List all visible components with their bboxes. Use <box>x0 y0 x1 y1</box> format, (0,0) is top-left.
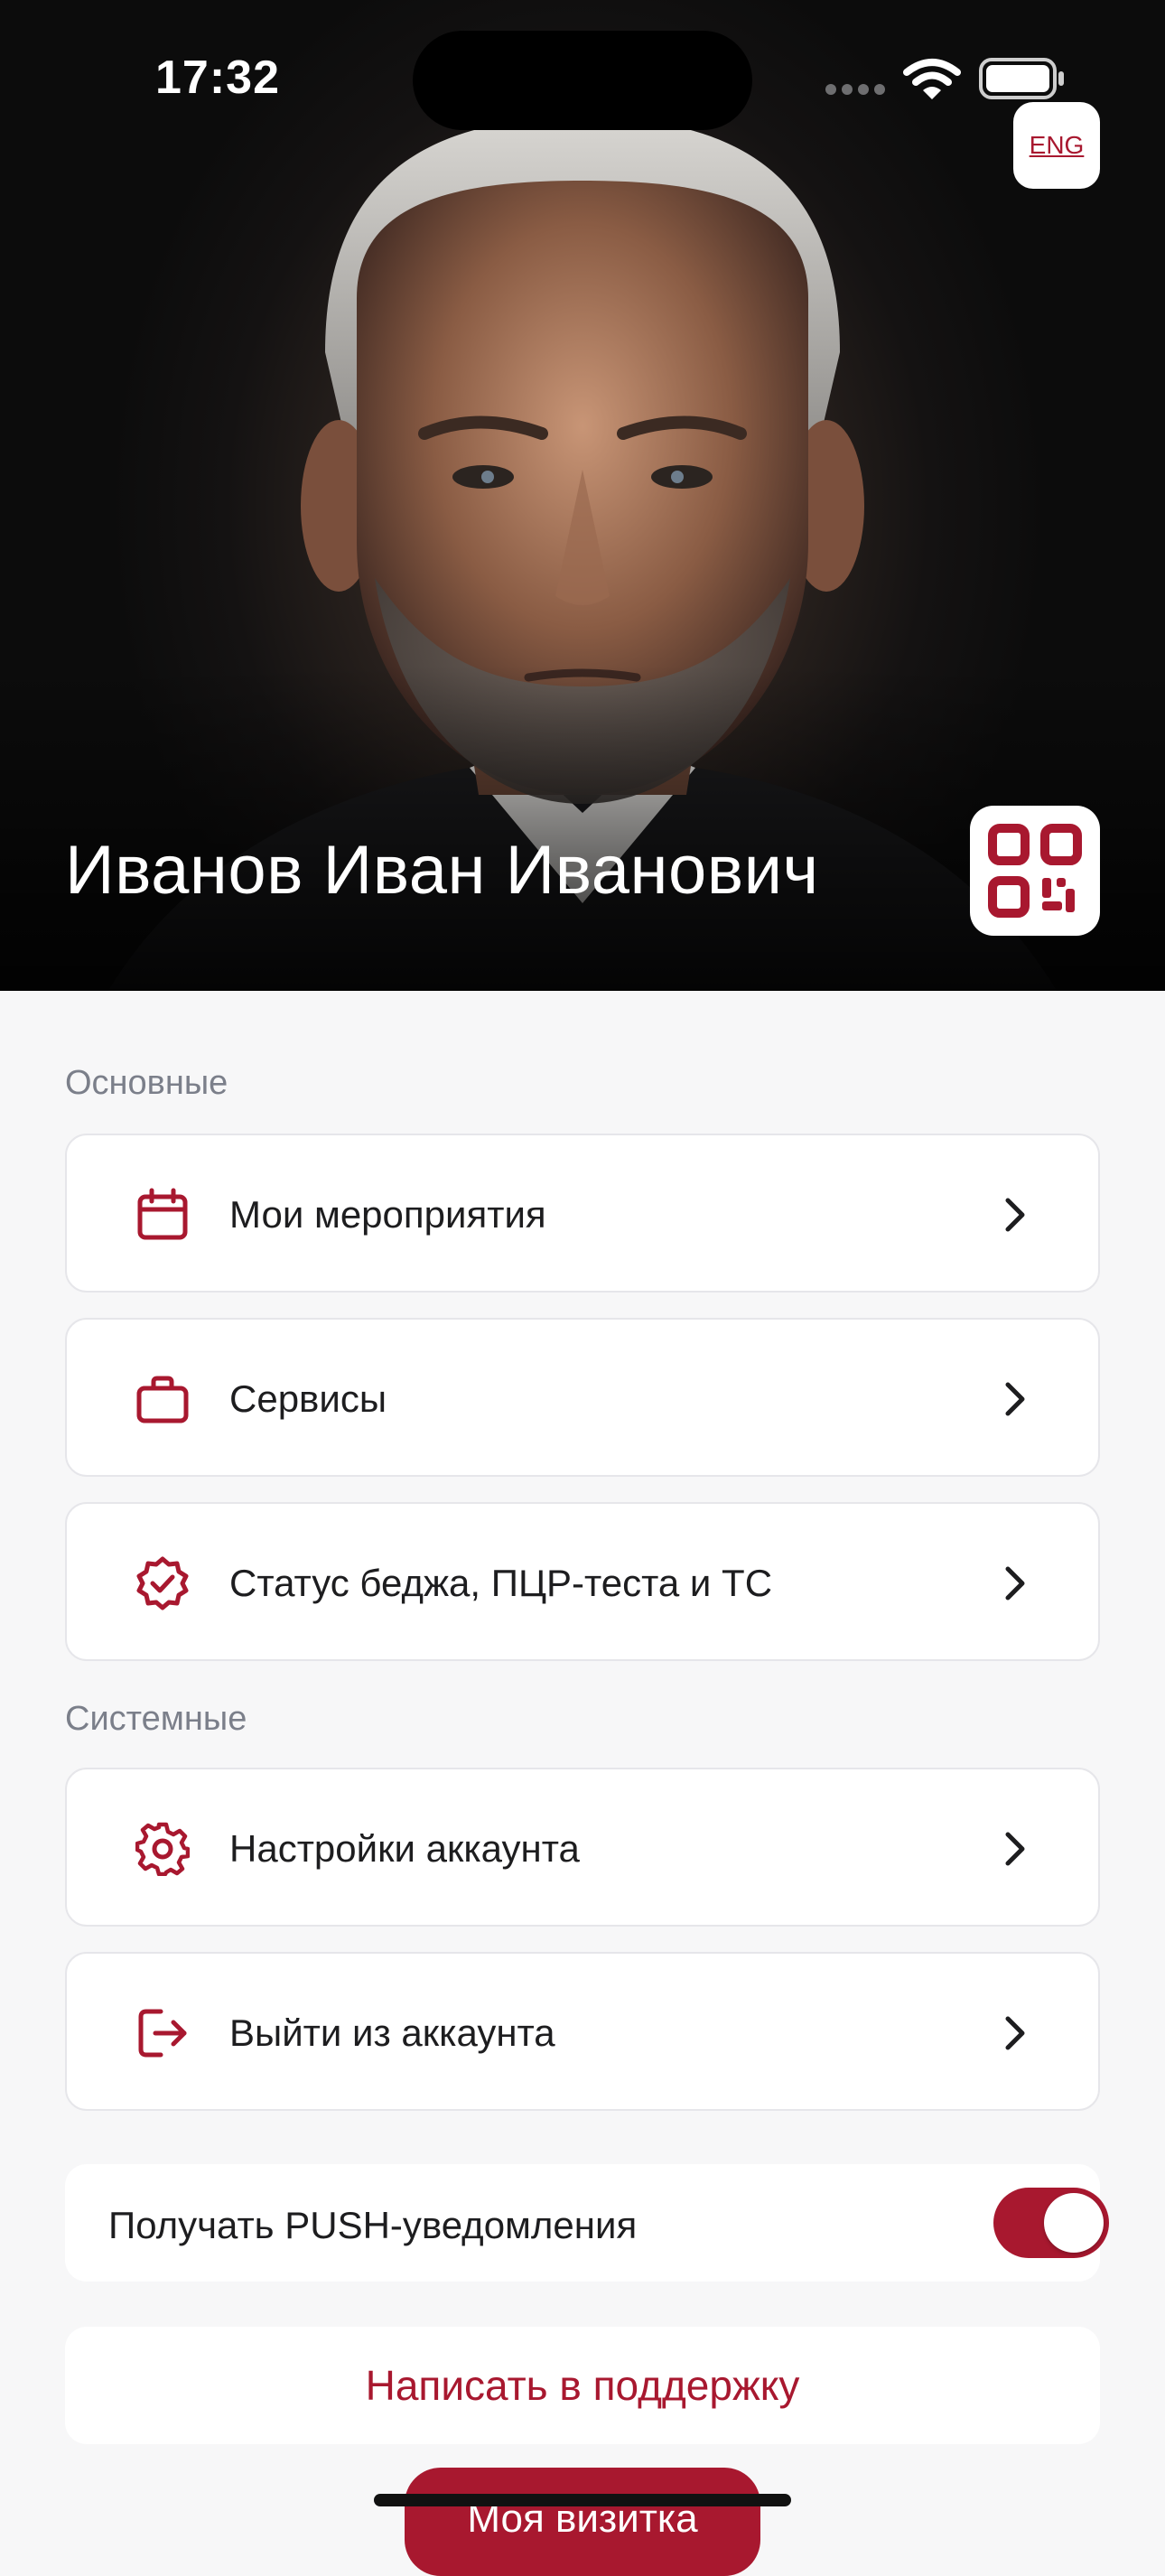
section-title-main: Основные <box>65 1064 228 1102</box>
battery-icon <box>979 58 1064 99</box>
chevron-right-icon <box>1005 1566 1025 1601</box>
qr-code-icon <box>988 824 1082 918</box>
home-indicator <box>374 2494 791 2506</box>
cellular-signal-icon <box>825 83 890 99</box>
toggle-knob <box>1044 2193 1104 2253</box>
wifi-icon <box>903 59 961 99</box>
menu-item-logout[interactable]: Выйти из аккаунта <box>65 1952 1100 2111</box>
menu-item-account-settings[interactable]: Настройки аккаунта <box>65 1768 1100 1927</box>
menu-item-my-events[interactable]: Мои мероприятия <box>65 1134 1100 1293</box>
profile-hero: 17:32 ENG Иванов Иван Иванович <box>0 0 1165 991</box>
chevron-right-icon <box>1005 1198 1025 1232</box>
chevron-right-icon <box>1005 1382 1025 1416</box>
dynamic-island <box>413 31 752 130</box>
logout-icon <box>138 2009 187 2058</box>
push-notifications-row: Получать PUSH-уведомления <box>65 2164 1109 2282</box>
my-business-card-button[interactable]: Моя визитка <box>405 2468 760 2576</box>
push-notifications-toggle[interactable] <box>993 2188 1109 2258</box>
menu-item-label: Настройки аккаунта <box>229 1827 580 1870</box>
profile-name: Иванов Иван Иванович <box>65 832 819 909</box>
section-title-system: Системные <box>65 1700 247 1738</box>
status-bar: 17:32 <box>0 0 1165 154</box>
menu-item-label: Выйти из аккаунта <box>229 2011 555 2054</box>
calendar-icon <box>137 1188 188 1240</box>
push-notifications-label: Получать PUSH-уведомления <box>108 2204 638 2246</box>
status-time: 17:32 <box>155 51 280 104</box>
badge-check-icon <box>136 1556 189 1610</box>
qr-code-button[interactable] <box>970 806 1100 936</box>
gear-icon <box>135 1822 190 1876</box>
briefcase-icon <box>136 1376 189 1423</box>
chevron-right-icon <box>1005 1832 1025 1866</box>
support-button[interactable]: Написать в поддержку <box>65 2327 1100 2444</box>
chevron-right-icon <box>1005 2016 1025 2050</box>
menu-item-label: Статус беджа, ПЦР-теста и ТС <box>229 1562 773 1604</box>
menu-item-label: Сервисы <box>229 1377 387 1420</box>
language-switch-button[interactable]: ENG <box>1013 102 1100 189</box>
menu-item-badge-status[interactable]: Статус беджа, ПЦР-теста и ТС <box>65 1502 1100 1661</box>
menu-item-services[interactable]: Сервисы <box>65 1318 1100 1477</box>
menu-item-label: Мои мероприятия <box>229 1193 546 1236</box>
